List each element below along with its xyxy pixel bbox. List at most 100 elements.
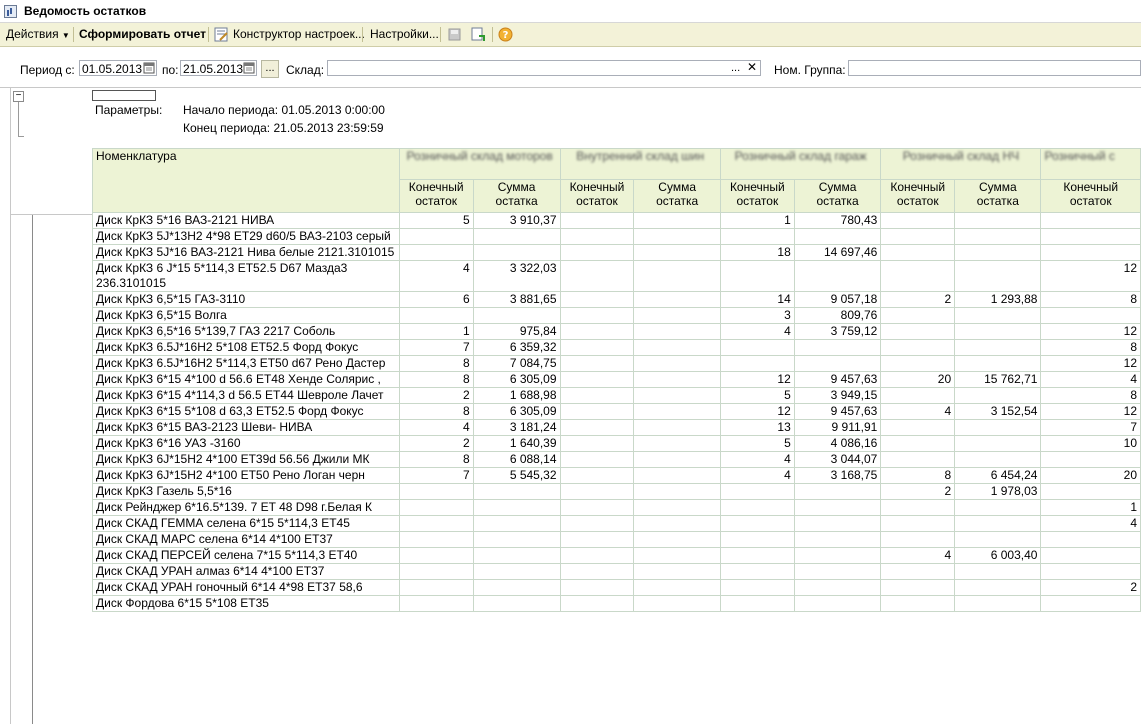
qty-cell[interactable]: 4 bbox=[1040, 515, 1141, 532]
nomenclature-cell[interactable]: Диск КрКЗ 6*15 ВАЗ-2123 Шеви- НИВА bbox=[92, 419, 400, 436]
qty-cell[interactable] bbox=[559, 515, 635, 532]
qty-cell[interactable]: 6 bbox=[398, 291, 474, 308]
sum-cell[interactable]: 809,76 bbox=[793, 307, 882, 324]
sum-cell[interactable] bbox=[633, 323, 721, 340]
qty-cell[interactable] bbox=[1040, 307, 1141, 324]
qty-cell[interactable] bbox=[1040, 563, 1141, 580]
table-row[interactable]: Диск КрКЗ 6J*15Н2 4*100 ET39d 56.56 Джил… bbox=[92, 451, 1141, 468]
qty-cell[interactable] bbox=[398, 563, 474, 580]
table-row[interactable]: Диск КрКЗ 6.5J*16Н2 5*114,3 ET50 d67 Рен… bbox=[92, 355, 1141, 372]
nomenclature-cell[interactable]: Диск КрКЗ 5J*13Н2 4*98 ET29 d60/5 ВАЗ-21… bbox=[92, 228, 400, 245]
qty-cell[interactable] bbox=[1040, 228, 1141, 245]
sum-cell[interactable] bbox=[793, 260, 882, 292]
qty-cell[interactable] bbox=[880, 260, 956, 292]
sum-cell[interactable]: 3 949,15 bbox=[793, 387, 882, 404]
qty-cell[interactable] bbox=[398, 307, 474, 324]
table-row[interactable]: Диск СКАД УРАН гоночный 6*14 4*98 ET37 5… bbox=[92, 579, 1141, 596]
calendar-icon[interactable] bbox=[142, 60, 156, 76]
sum-cell[interactable] bbox=[472, 579, 561, 596]
table-row[interactable]: Диск КрКЗ 6*16 УАЗ -3160 2 1 640,39 5 4 086,… bbox=[92, 435, 1141, 452]
qty-cell[interactable]: 8 bbox=[1040, 339, 1141, 356]
sum-cell[interactable] bbox=[954, 515, 1042, 532]
qty-cell[interactable] bbox=[880, 531, 956, 548]
sum-cell[interactable]: 6 305,09 bbox=[472, 371, 561, 388]
qty-cell[interactable]: 4 bbox=[398, 260, 474, 292]
sum-cell[interactable] bbox=[793, 515, 882, 532]
sum-cell[interactable]: 3 168,75 bbox=[793, 467, 882, 484]
clear-icon[interactable]: ✕ bbox=[747, 60, 757, 74]
nomenclature-cell[interactable]: Диск СКАД УРАН алмаз 6*14 4*100 ET37 bbox=[92, 563, 400, 580]
sum-cell[interactable] bbox=[633, 579, 721, 596]
qty-cell[interactable] bbox=[559, 451, 635, 468]
sum-cell[interactable] bbox=[472, 563, 561, 580]
qty-cell[interactable] bbox=[880, 307, 956, 324]
nomenclature-cell[interactable]: Диск КрКЗ 6,5*16 5*139,7 ГАЗ 2217 Соболь bbox=[92, 323, 400, 340]
qty-cell[interactable]: 20 bbox=[880, 371, 956, 388]
sum-cell[interactable] bbox=[793, 595, 882, 612]
qty-cell[interactable]: 12 bbox=[1040, 323, 1141, 340]
qty-cell[interactable]: 2 bbox=[398, 435, 474, 452]
qty-cell[interactable] bbox=[559, 307, 635, 324]
qty-cell[interactable] bbox=[880, 579, 956, 596]
qty-cell[interactable] bbox=[559, 228, 635, 245]
qty-cell[interactable] bbox=[559, 339, 635, 356]
qty-cell[interactable]: 5 bbox=[398, 212, 474, 229]
sum-cell[interactable] bbox=[954, 339, 1042, 356]
sum-cell[interactable] bbox=[793, 355, 882, 372]
qty-cell[interactable] bbox=[1040, 244, 1141, 261]
sum-cell[interactable] bbox=[633, 483, 721, 500]
qty-cell[interactable] bbox=[559, 595, 635, 612]
qty-cell[interactable]: 8 bbox=[398, 355, 474, 372]
nomenclature-cell[interactable]: Диск КрКЗ 5J*16 ВАЗ-2121 Нива белые 2121… bbox=[92, 244, 400, 261]
qty-cell[interactable]: 4 bbox=[719, 323, 795, 340]
table-row[interactable]: Диск СКАД УРАН алмаз 6*14 4*100 ET37 bbox=[92, 563, 1141, 580]
sum-cell[interactable] bbox=[633, 260, 721, 292]
nomenclature-cell[interactable]: Диск КрКЗ 6J*15Н2 4*100 ET50 Рено Логан … bbox=[92, 467, 400, 484]
sum-cell[interactable]: 14 697,46 bbox=[793, 244, 882, 261]
sum-cell[interactable] bbox=[633, 339, 721, 356]
sum-cell[interactable] bbox=[472, 547, 561, 564]
nomenclature-cell[interactable]: Диск КрКЗ 5*16 ВАЗ-2121 НИВА bbox=[92, 212, 400, 229]
nomenclature-cell[interactable]: Диск СКАД ПЕРСЕЙ селена 7*15 5*114,3 ET4… bbox=[92, 547, 400, 564]
sum-cell[interactable] bbox=[954, 579, 1042, 596]
sum-cell[interactable] bbox=[633, 547, 721, 564]
qty-cell[interactable] bbox=[559, 547, 635, 564]
sum-cell[interactable] bbox=[793, 579, 882, 596]
nomenclature-cell[interactable]: Диск КрКЗ 6.5J*16Н2 5*108 ET52.5 Форд Фо… bbox=[92, 339, 400, 356]
table-row[interactable]: Диск Фордова 6*15 5*108 ET35 bbox=[92, 595, 1141, 612]
qty-cell[interactable] bbox=[398, 515, 474, 532]
qty-cell[interactable] bbox=[559, 403, 635, 420]
qty-cell[interactable] bbox=[559, 291, 635, 308]
sum-cell[interactable]: 15 762,71 bbox=[954, 371, 1042, 388]
qty-cell[interactable]: 12 bbox=[1040, 403, 1141, 420]
nomenclature-cell[interactable]: Диск КрКЗ 6.5J*16Н2 5*114,3 ET50 d67 Рен… bbox=[92, 355, 400, 372]
qty-cell[interactable] bbox=[719, 579, 795, 596]
table-row[interactable]: Диск КрКЗ 5J*13Н2 4*98 ET29 d60/5 ВАЗ-21… bbox=[92, 228, 1141, 245]
qty-cell[interactable]: 4 bbox=[880, 403, 956, 420]
sum-cell[interactable]: 6 088,14 bbox=[472, 451, 561, 468]
nomenclature-cell[interactable]: Диск КрКЗ 6,5*15 ГАЗ-3110 bbox=[92, 291, 400, 308]
qty-cell[interactable]: 4 bbox=[719, 467, 795, 484]
sum-cell[interactable] bbox=[954, 244, 1042, 261]
settings-button[interactable]: Настройки... bbox=[370, 27, 439, 41]
qty-cell[interactable]: 8 bbox=[398, 451, 474, 468]
qty-cell[interactable] bbox=[719, 563, 795, 580]
sum-cell[interactable] bbox=[633, 244, 721, 261]
qty-cell[interactable]: 8 bbox=[880, 467, 956, 484]
sum-cell[interactable] bbox=[633, 467, 721, 484]
nomenclature-cell[interactable]: Диск КрКЗ 6*16 УАЗ -3160 bbox=[92, 435, 400, 452]
qty-cell[interactable] bbox=[880, 515, 956, 532]
qty-cell[interactable] bbox=[398, 547, 474, 564]
table-row[interactable]: Диск КрКЗ 6,5*15 ГАЗ-3110 6 3 881,65 14 9 05… bbox=[92, 291, 1141, 308]
sum-cell[interactable] bbox=[954, 260, 1042, 292]
table-row[interactable]: Диск КрКЗ 6J*15Н2 4*100 ET50 Рено Логан … bbox=[92, 467, 1141, 484]
qty-cell[interactable] bbox=[1040, 531, 1141, 548]
sum-cell[interactable]: 9 457,63 bbox=[793, 371, 882, 388]
qty-cell[interactable]: 1 bbox=[1040, 499, 1141, 516]
period-select-button[interactable]: ... bbox=[261, 60, 279, 78]
qty-cell[interactable]: 3 bbox=[719, 307, 795, 324]
table-row[interactable]: Диск КрКЗ 6,5*15 Волга 3 809,76 bbox=[92, 307, 1141, 324]
qty-cell[interactable]: 12 bbox=[1040, 260, 1141, 292]
qty-cell[interactable]: 2 bbox=[1040, 579, 1141, 596]
qty-cell[interactable]: 4 bbox=[880, 547, 956, 564]
